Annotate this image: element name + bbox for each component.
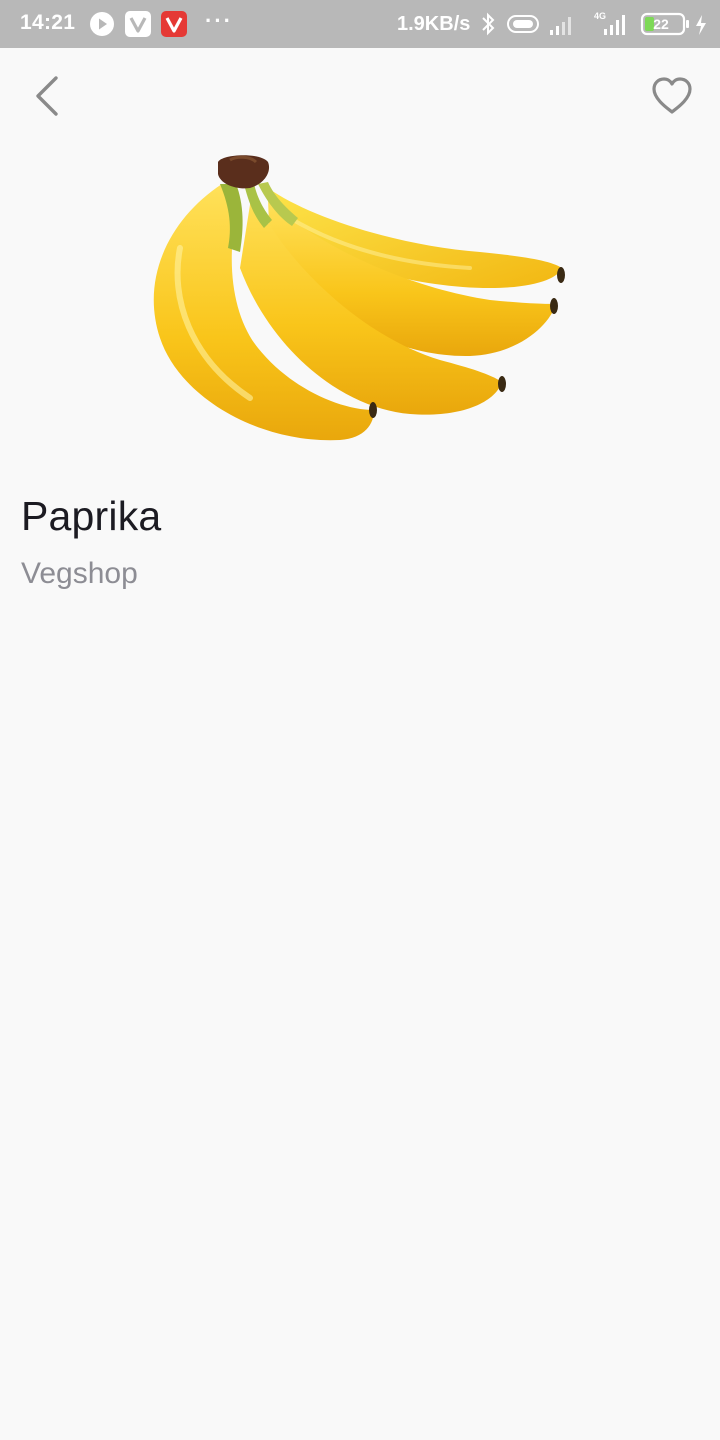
play-store-icon	[90, 12, 114, 36]
signal-icon	[550, 17, 571, 35]
overflow-dots-icon: ···	[205, 8, 233, 33]
battery-level: 22	[653, 16, 669, 32]
status-time: 14:21	[20, 11, 76, 34]
status-bar: 14:21 ··· 1.9KB/s 4G 22	[0, 0, 720, 48]
v-app-icon	[125, 11, 151, 37]
product-image	[153, 155, 565, 441]
4g-signal-icon: 4G	[594, 11, 625, 35]
bluetooth-icon	[482, 12, 495, 36]
back-button[interactable]	[28, 74, 68, 118]
product-name: Paprika	[21, 493, 162, 539]
vivaldi-icon	[161, 11, 187, 37]
vendor-name: Vegshop	[21, 557, 138, 590]
vibrate-icon	[507, 15, 539, 33]
charging-icon	[696, 15, 706, 35]
favorite-heart-icon[interactable]	[650, 76, 694, 116]
svg-text:4G: 4G	[594, 11, 606, 21]
network-speed: 1.9KB/s	[397, 13, 471, 35]
